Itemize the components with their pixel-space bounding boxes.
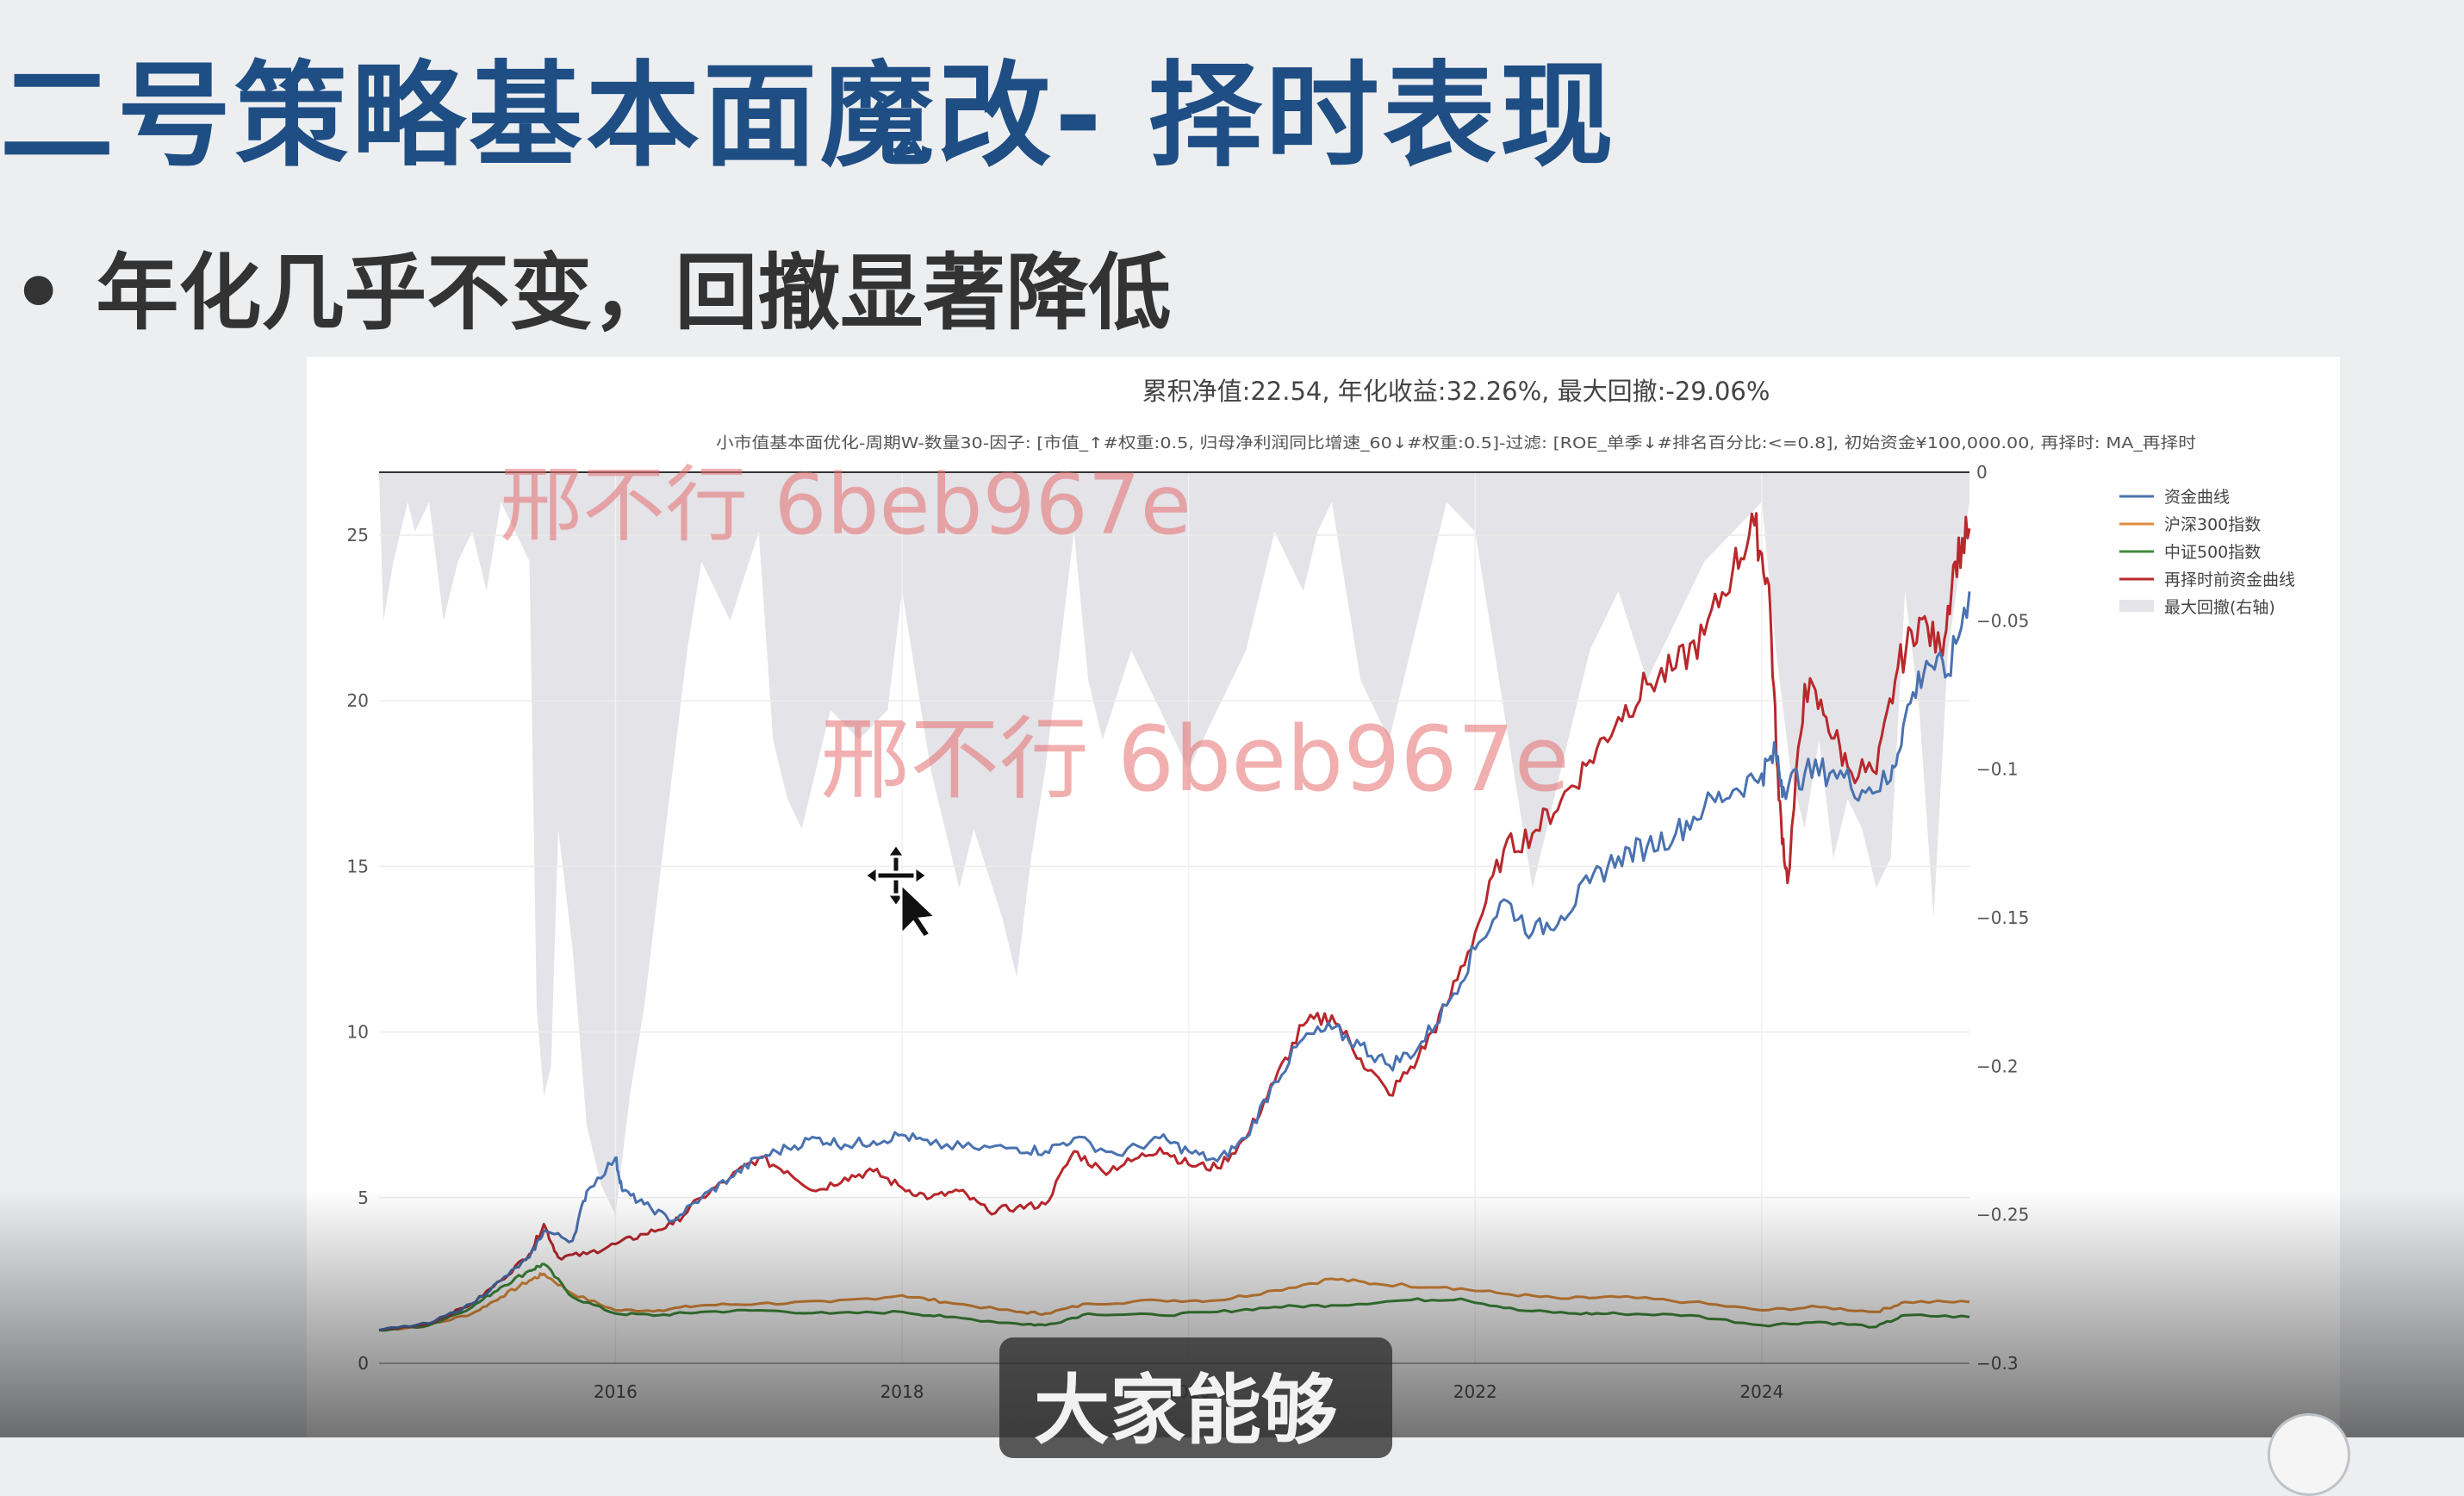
legend-swatch (2119, 600, 2154, 612)
move-cursor-icon (862, 845, 939, 939)
y-tick-label: 25 (347, 525, 369, 545)
bullet-point: • 年化几乎不变，回撤显著降低 (12, 226, 1171, 346)
watermark-text: 邢不行 6beb967e (820, 707, 1570, 812)
player-control-button[interactable] (2268, 1413, 2350, 1496)
legend-label: 资金曲线 (2164, 488, 2230, 507)
bullet-dot-icon: • (12, 245, 65, 341)
watermark-text: 邢不行 6beb967e (500, 457, 1192, 553)
y-tick-label: 20 (347, 690, 369, 711)
slide-title: 二号策略基本面魔改- 择时表现 (0, 50, 1617, 183)
y2-tick-label: −0.2 (1976, 1056, 2019, 1076)
video-caption: 大家能够 (1034, 1366, 1338, 1455)
chart-title: 累积净值:22.54, 年化收益:32.26%, 最大回撤:-29.06% (1142, 377, 1770, 406)
legend-label: 最大回撤(右轴) (2164, 598, 2275, 617)
y2-tick-label: −0.15 (1976, 907, 2029, 928)
y-tick-label: 10 (347, 1022, 369, 1043)
y2-tick-label: −0.1 (1976, 759, 2019, 780)
y2-tick-label: −0.05 (1976, 610, 2029, 631)
legend-label: 中证500指数 (2164, 543, 2261, 562)
y2-tick-label: 0 (1976, 462, 1988, 483)
bullet-text: 年化几乎不变，回撤显著降低 (96, 245, 1172, 341)
legend-label: 沪深300指数 (2164, 515, 2261, 534)
y-tick-label: 15 (347, 856, 369, 876)
legend-label: 再择时前资金曲线 (2164, 570, 2295, 589)
